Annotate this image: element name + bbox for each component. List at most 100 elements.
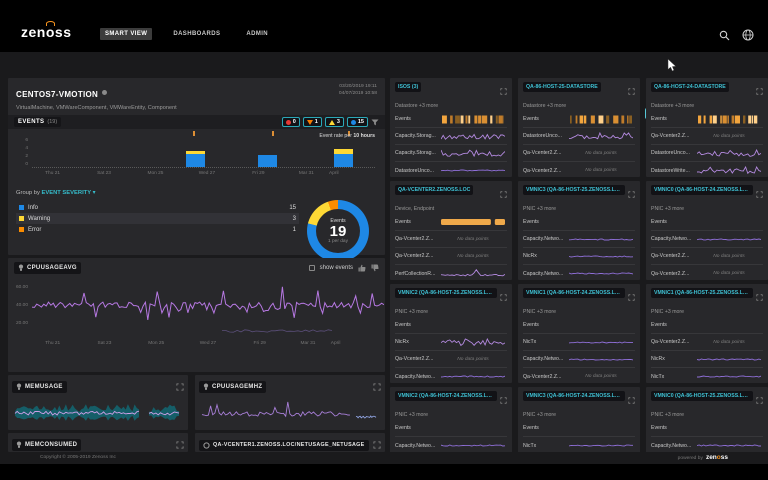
tile-title[interactable]: QA-VCENTER2.ZENOSS.LOC (395, 185, 473, 195)
expand-icon[interactable] (500, 185, 507, 203)
thumbs-down-icon[interactable] (371, 264, 379, 272)
tile-metric-row: Events (651, 317, 763, 334)
severity-badge[interactable]: 0 (282, 117, 300, 127)
entity-tile[interactable]: VMNIC1 (QA-86-HOST-24.ZENOSS.LAB)PNIC +3… (518, 284, 640, 383)
event-bar[interactable] (258, 155, 277, 167)
expand-icon[interactable] (756, 185, 763, 203)
tile-title[interactable]: VMNIC0 (QA-86-HOST-24.ZENOSS.LAB) (651, 185, 753, 195)
metric-label: Events (395, 425, 439, 431)
metric-flat-viz (695, 355, 763, 364)
mouse-cursor (667, 59, 677, 77)
metric-label: Qa-Vcenter2.Z... (395, 356, 439, 362)
show-events-checkbox[interactable] (309, 265, 315, 271)
expand-icon[interactable] (373, 378, 381, 396)
legend-row-error[interactable]: Error1 (16, 224, 299, 235)
zenoss-logo[interactable]: zenoss (21, 24, 71, 40)
entity-tile[interactable]: VMNIC2 (QA-86-HOST-25.ZENOSS.LAB) PNIC +3… (390, 284, 512, 383)
event-bar[interactable] (186, 151, 205, 167)
tile-title[interactable]: VMNIC0 (QA-86-HOST-25.ZENOSS.LAB) (651, 391, 753, 401)
thumbs-up-icon[interactable] (358, 264, 366, 272)
expand-icon[interactable] (756, 391, 763, 409)
nav-item-admin[interactable]: ADMIN (241, 28, 273, 40)
metric-label: Events (523, 425, 567, 431)
tile-title[interactable]: QA-86-HOST-24-DATASTORE (651, 82, 729, 92)
expand-icon[interactable] (500, 391, 507, 409)
entity-tile[interactable]: VMNIC3 (QA-86-HOST-25.ZENOSS.LAB)PNIC +3… (518, 181, 640, 280)
severity-summary: Info15Warning3Error1 Events 19 1 per day (8, 198, 385, 266)
entity-tile[interactable]: VMNIC0 (QA-86-HOST-24.ZENOSS.LAB)PNIC +3… (646, 181, 768, 280)
cpuusagemhz-title-pill[interactable]: CPUUSAGEMHZ (199, 381, 266, 393)
cpu-chart-x-axis: Thu 21Sat 23Mon 25Wed 27Fri 29Mar 31Apri… (32, 341, 377, 349)
tile-title[interactable]: VMNIC3 (QA-86-HOST-25.ZENOSS.LAB) (523, 185, 625, 195)
metric-empty-viz (695, 218, 763, 227)
no-data-text: No data points (713, 134, 745, 139)
legend-row-info[interactable]: Info15 (16, 202, 299, 213)
metric-nodata-viz: No data points (439, 252, 507, 261)
nav-item-dashboards[interactable]: DASHBOARDS (168, 28, 225, 40)
expand-icon[interactable] (628, 185, 635, 203)
metric-nodata-viz: No data points (695, 338, 763, 347)
metric-flat-viz (695, 372, 763, 381)
device-name[interactable]: CENTOS7-VMOTION (16, 90, 98, 99)
expand-icon[interactable] (756, 82, 763, 100)
entity-tile[interactable]: ISOS (3)Datastore +3 moreEventsCapacity.… (390, 78, 512, 177)
cpuusageavg-panel: CPUUSAGEAVG show events 60.0040.0020.00 … (8, 258, 385, 372)
entity-tile[interactable]: QA-86-HOST-25-DATASTOREDatastore +3 more… (518, 78, 640, 177)
severity-badge[interactable]: 1 (303, 117, 322, 127)
entity-tile[interactable]: VMNIC0 (QA-86-HOST-25.ZENOSS.LAB)PNIC +3… (646, 387, 768, 452)
legend-swatch (19, 205, 24, 210)
metric-nodata-viz: No data points (567, 166, 635, 175)
expand-icon[interactable] (500, 288, 507, 306)
no-data-text: No data points (457, 237, 489, 242)
legend-row-warning[interactable]: Warning3 (16, 213, 299, 224)
search-icon[interactable] (719, 28, 730, 46)
metric-flat-viz (695, 441, 763, 450)
cpuusageavg-chart: 60.0040.0020.00 Thu 21Sat 23Mon 25Wed 27… (14, 279, 379, 359)
expand-icon[interactable] (373, 436, 381, 452)
group-by-control[interactable]: Group by EVENT SEVERITY ▾ (16, 190, 377, 196)
tile-subtitle: Datastore +3 more (395, 103, 507, 109)
metric-label: NicRx (523, 253, 567, 259)
expand-icon[interactable] (176, 436, 184, 452)
entity-tile[interactable]: VMNIC3 (QA-86-HOST-24.ZENOSS.LAB)PNIC +3… (518, 387, 640, 452)
severity-badge[interactable]: 15 (347, 117, 368, 127)
entity-tile[interactable]: QA-86-HOST-24-DATASTOREDatastore +3 more… (646, 78, 768, 177)
tile-subtitle: PNIC +3 more (395, 309, 507, 315)
events-donut-chart: Events 19 1 per day (299, 200, 377, 262)
tile-title[interactable]: QA-86-HOST-25-DATASTORE (523, 82, 601, 92)
tile-title[interactable]: VMNIC1 (QA-86-HOST-25.ZENOSS.LAB) (651, 288, 753, 298)
tile-title[interactable]: VMNIC2 (QA-86-HOST-24.ZENOSS.LAB) (395, 391, 497, 401)
netusage-panel: QA-VCENTER1.ZENOSS.LOC/NETUSAGE_NETUSAGE (195, 433, 385, 452)
expand-icon[interactable] (628, 82, 635, 100)
entity-tile[interactable]: VMNIC1 (QA-86-HOST-25.ZENOSS.LAB)PNIC +3… (646, 284, 768, 383)
tile-title[interactable]: VMNIC2 (QA-86-HOST-25.ZENOSS.LAB) (395, 288, 497, 298)
expand-icon[interactable] (756, 288, 763, 306)
no-data-text: No data points (585, 168, 617, 173)
event-bar[interactable] (334, 149, 353, 167)
expand-icon[interactable] (628, 288, 635, 306)
cpuusageavg-title-pill[interactable]: CPUUSAGEAVG (14, 262, 81, 274)
tri-down-severity-icon (307, 120, 313, 125)
severity-badge[interactable]: 3 (325, 117, 344, 127)
metric-spark-viz (439, 132, 507, 141)
netusage-title-pill[interactable]: QA-VCENTER1.ZENOSS.LOC/NETUSAGE_NETUSAGE (199, 440, 369, 451)
metric-label: Qa-Vcenter2.Z... (523, 168, 567, 174)
tile-title[interactable]: VMNIC1 (QA-86-HOST-24.ZENOSS.LAB) (523, 288, 625, 298)
tile-metric-row: Capacity.Netwo... (395, 437, 507, 452)
expand-icon[interactable] (176, 378, 184, 396)
globe-icon[interactable] (742, 28, 754, 46)
expand-icon[interactable] (628, 391, 635, 409)
tile-title[interactable]: ISOS (3) (395, 82, 421, 92)
memconsumed-title-pill[interactable]: MEMCONSUMED (12, 439, 81, 451)
metric-label: Capacity.Netwo... (651, 236, 695, 242)
group-by-value[interactable]: EVENT SEVERITY ▾ (41, 190, 95, 196)
nav-item-smart-view[interactable]: SMART VIEW (100, 28, 152, 40)
tile-title[interactable]: VMNIC3 (QA-86-HOST-24.ZENOSS.LAB) (523, 391, 625, 401)
expand-icon[interactable] (500, 82, 507, 100)
device-classes: VirtualMachine, VMWareComponent, VMWareE… (16, 105, 377, 111)
metric-label: DatastoreWrite... (651, 168, 695, 174)
entity-tile[interactable]: VMNIC2 (QA-86-HOST-24.ZENOSS.LAB)PNIC +3… (390, 387, 512, 452)
entity-tile[interactable]: QA-VCENTER2.ZENOSS.LOCDevice, EndpointEv… (390, 181, 512, 280)
cpu-line-chart (32, 279, 384, 337)
memusage-title-pill[interactable]: MEMUSAGE (12, 381, 67, 393)
